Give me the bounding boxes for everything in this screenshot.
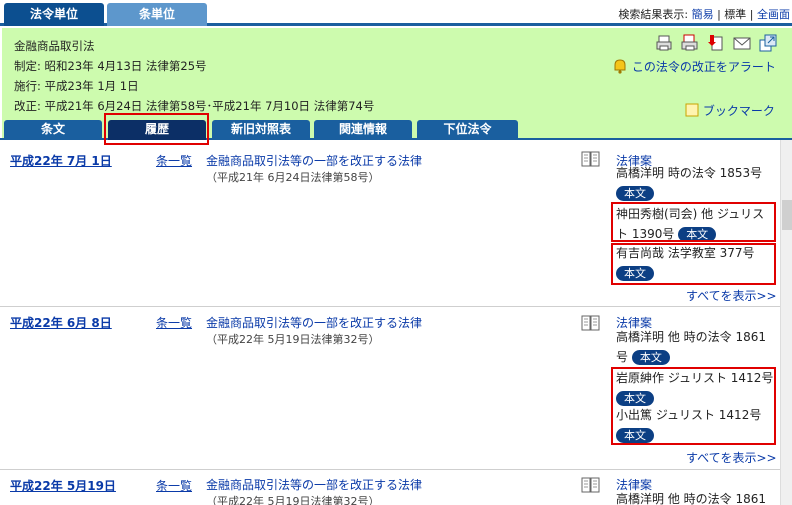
- display-standard-link[interactable]: 標準: [724, 8, 746, 21]
- fulltext-button[interactable]: 本文: [616, 186, 654, 201]
- amendment-date-link[interactable]: 平成22年 7月 1日: [10, 152, 112, 169]
- article-list-link[interactable]: 条一覧: [156, 477, 192, 494]
- law-title: 金融商品取引法: [14, 39, 95, 53]
- law-enforced: 施行: 平成23年 1月 1日: [14, 79, 139, 93]
- reference-item: 高橋洋明 時の法令 1853号 本文: [616, 163, 776, 203]
- show-all-link[interactable]: すべてを表示>>: [686, 287, 777, 304]
- book-icon[interactable]: [581, 477, 600, 493]
- display-mode-label: 検索結果表示:: [618, 8, 689, 21]
- tab-comparison[interactable]: 新旧対照表: [212, 120, 310, 140]
- fulltext-button[interactable]: 本文: [631, 350, 670, 365]
- amending-law-link[interactable]: 金融商品取引法等の一部を改正する法律: [206, 152, 422, 169]
- law-amended: 改正: 平成21年 6月24日 法律第58号･平成21年 7月10日 法律第74…: [14, 99, 375, 113]
- amendment-date-link[interactable]: 平成22年 6月 8日: [10, 314, 112, 331]
- book-icon[interactable]: [581, 151, 600, 167]
- highlight-box: [611, 367, 776, 445]
- tab-articles[interactable]: 条文: [4, 120, 102, 140]
- alert-label: この法令の改正をアラート: [631, 60, 776, 74]
- display-simple-link[interactable]: 簡易: [692, 8, 714, 21]
- reference-text: 高橋洋明 他 時の法令 1861: [616, 492, 766, 505]
- bookmark-label: ブックマーク: [702, 104, 775, 118]
- display-full-link[interactable]: 全画面: [757, 8, 790, 21]
- print-icon[interactable]: [655, 34, 673, 52]
- bookmark-link[interactable]: ブックマーク: [685, 102, 775, 119]
- highlight-box: [611, 243, 776, 285]
- row-separator: [0, 469, 780, 470]
- display-mode-selector: 検索結果表示: 簡易 | 標準 | 全画面: [618, 6, 790, 22]
- bell-icon: [614, 59, 626, 74]
- tab-article-unit[interactable]: 条単位: [107, 3, 207, 26]
- reference-text: 高橋洋明 時の法令 1853号: [616, 166, 763, 180]
- download-icon[interactable]: [707, 34, 725, 52]
- amending-law-number: （平成22年 5月19日法律第32号）: [206, 495, 380, 505]
- vertical-scrollbar[interactable]: [780, 140, 792, 505]
- scrollbar-thumb[interactable]: [782, 200, 792, 230]
- bookmark-icon: [685, 103, 699, 117]
- amending-law-number: （平成21年 6月24日法律第58号）: [206, 171, 380, 184]
- reference-item: 高橋洋明 他 時の法令 1861号 本文: [616, 327, 776, 367]
- show-all-link[interactable]: すべてを表示>>: [686, 449, 777, 466]
- tab-law-unit[interactable]: 法令単位: [4, 3, 104, 26]
- amending-law-number: （平成22年 5月19日法律第32号）: [206, 333, 380, 346]
- separator: |: [713, 8, 725, 21]
- article-list-link[interactable]: 条一覧: [156, 314, 192, 331]
- highlight-box: [611, 202, 776, 242]
- tab-related-info[interactable]: 関連情報: [314, 120, 412, 140]
- top-tab-bar: 法令単位 条単位 検索結果表示: 簡易 | 標準 | 全画面: [0, 0, 792, 26]
- amendment-alert-link[interactable]: この法令の改正をアラート: [612, 58, 776, 75]
- law-enacted: 制定: 昭和23年 4月13日 法律第25号: [14, 59, 207, 73]
- reference-item: 高橋洋明 他 時の法令 1861: [616, 489, 776, 505]
- new-window-icon[interactable]: [759, 34, 777, 52]
- highlight-box: [104, 113, 209, 145]
- amending-law-link[interactable]: 金融商品取引法等の一部を改正する法律: [206, 314, 422, 331]
- amending-law-link[interactable]: 金融商品取引法等の一部を改正する法律: [206, 476, 422, 493]
- book-icon[interactable]: [581, 315, 600, 331]
- tab-sub-laws[interactable]: 下位法令: [417, 120, 518, 140]
- separator: |: [746, 8, 757, 21]
- print-all-icon[interactable]: [681, 34, 699, 52]
- mail-icon[interactable]: [733, 34, 751, 52]
- article-list-link[interactable]: 条一覧: [156, 152, 192, 169]
- row-separator: [0, 306, 780, 307]
- amendment-date-link[interactable]: 平成22年 5月19日: [10, 477, 116, 494]
